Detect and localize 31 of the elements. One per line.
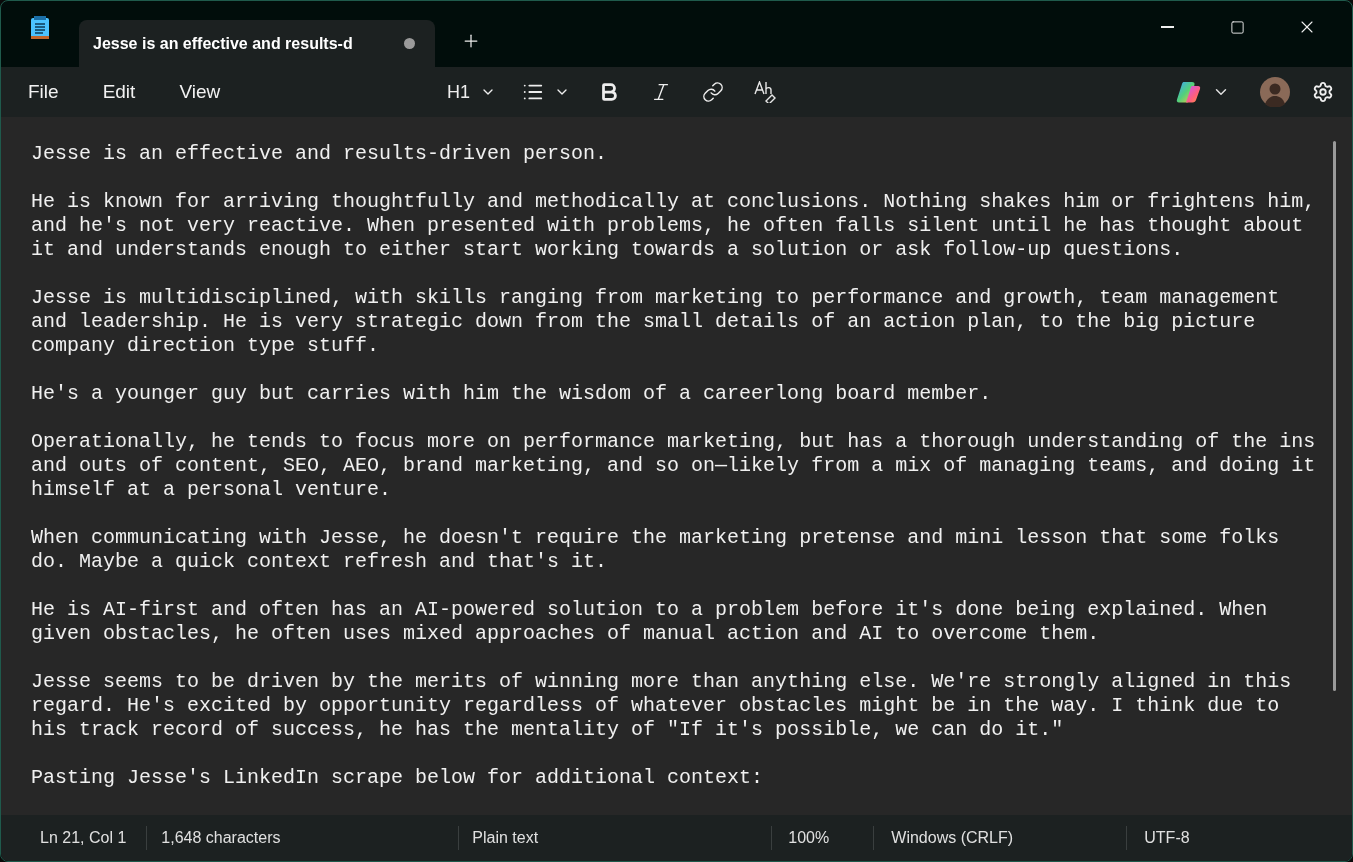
paragraph: Operationally, he tends to focus more on performance marketing, but has a thorough understanding of the ins and outs of content, SEO, AEO, brand marketing, and so on—likely from a mix of managing teams, and doing it himself at a personal venture. (31, 430, 1316, 502)
editor-area[interactable] (1, 117, 1352, 815)
line-ending[interactable]: Windows (CRLF) (874, 826, 1128, 850)
character-count: 1,648 characters (147, 826, 460, 850)
paragraph: Jesse is an effective and results-driven person. (31, 142, 608, 166)
document-tab[interactable]: Jesse is an effective and results-d (79, 20, 435, 67)
cursor-position: Ln 21, Col 1 (1, 826, 148, 850)
paragraph: He's a younger guy but carries with him the wisdom of a careerlong board member. (31, 382, 992, 406)
spellcheck-icon[interactable] (754, 81, 778, 103)
paragraph: Jesse is multidisciplined, with skills ranging from marketing to performance and growth, team management and leadership. He is very strategic down from the small details of an action plan, to the big picture company direction type stuff. (31, 286, 1280, 358)
paragraph: Jesse seems to be driven by the merits of winning more than anything else. We're strongly aligned in this regard. He's excited by opportunity regardless of whatever obstacles might be in the way. I think due to his track record of success, he has the mentality of "If it's possible, we can do it." (31, 670, 1292, 742)
notepad-icon (30, 16, 50, 40)
copilot-icon[interactable] (1176, 80, 1202, 104)
maximize-icon (1229, 19, 1245, 35)
link-icon (702, 81, 724, 103)
tab-title: Jesse is an effective and results-d (93, 33, 353, 54)
paragraph: He is AI-first and often has an AI-powered solution to a problem before it's done being explained. When given obstacles, he often uses mixed approaches of manual action and AI to overcome them. (31, 598, 1268, 646)
file-format: Plain text (459, 826, 773, 850)
encoding[interactable]: UTF-8 (1127, 826, 1190, 850)
menu-item[interactable]: Edit (85, 72, 153, 112)
paragraph: When communicating with Jesse, he doesn't require the marketing pretense and mini lesson that some folks do. Maybe a quick context refresh and that's it. (31, 526, 1280, 574)
heading-dropdown[interactable]: H1 (441, 78, 502, 106)
zoom-level[interactable]: 100% (772, 826, 875, 850)
menu-item[interactable]: View (162, 72, 238, 112)
settings-icon[interactable] (1312, 81, 1334, 103)
menu-item[interactable]: File (11, 72, 76, 112)
minimize-icon (1160, 26, 1174, 28)
scrollbar-thumb[interactable] (1333, 141, 1336, 691)
paragraph: He is known for arriving thoughtfully and methodically at conclusions. Nothing shakes him or frightens him, and he's not very reactive. When presented with problems, he often falls silent until he has thought about it and understands enough to either start working towards a solution or ask follow-up questions. (31, 190, 1316, 262)
paragraph: Pasting Jesse's LinkedIn scrape below for additional context: (31, 766, 764, 790)
avatar-icon[interactable] (1260, 77, 1290, 107)
